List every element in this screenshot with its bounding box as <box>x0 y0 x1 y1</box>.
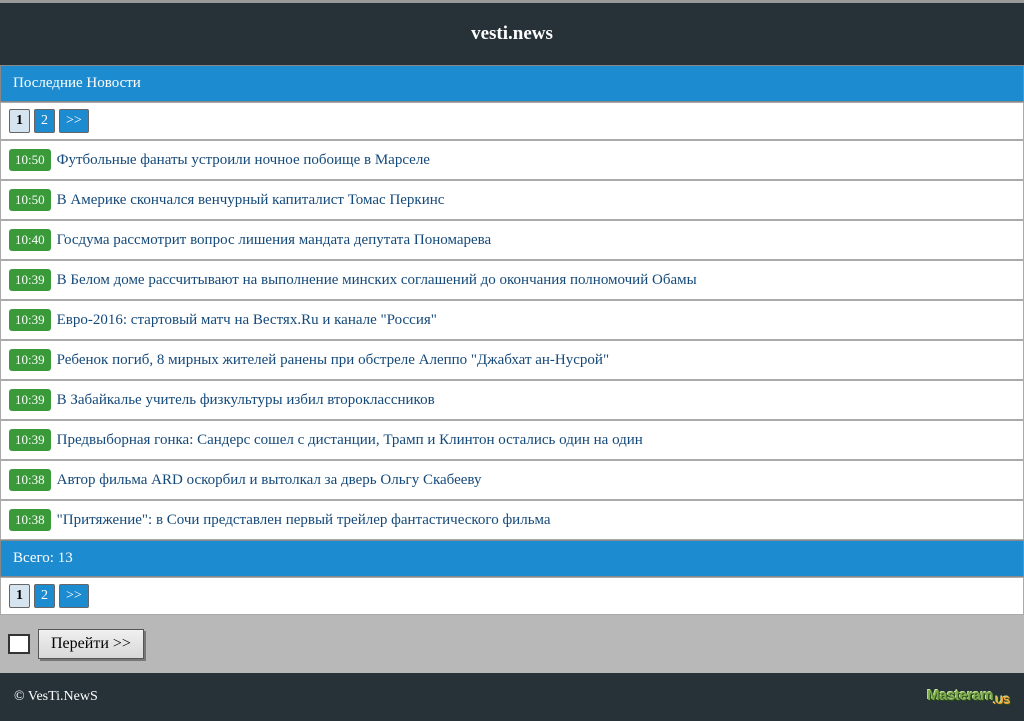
news-headline-link[interactable]: Футбольные фанаты устроили ночное побоищ… <box>57 152 430 169</box>
footer-copyright: © VesTi.NewS <box>14 689 98 705</box>
time-badge: 10:50 <box>9 189 51 211</box>
news-row: 10:40 Госдума рассмотрит вопрос лишения м… <box>0 220 1024 260</box>
news-row: 10:39 В Белом доме рассчитывают на выполн… <box>0 260 1024 300</box>
site-title: vesti.news <box>471 23 553 44</box>
news-headline-link[interactable]: Госдума рассмотрит вопрос лишения мандат… <box>57 232 492 249</box>
news-row: 10:39 Предвыборная гонка: Сандерс сошел с… <box>0 420 1024 460</box>
goto-page-input[interactable] <box>8 634 30 654</box>
news-headline-link[interactable]: В Забайкалье учитель физкультуры избил в… <box>57 392 435 409</box>
page-2-button-bottom[interactable]: 2 <box>34 584 55 608</box>
news-row: 10:39 Евро-2016: стартовый матч на Вестях… <box>0 300 1024 340</box>
page-1-button-bottom[interactable]: 1 <box>9 584 30 608</box>
page-2-button[interactable]: 2 <box>34 109 55 133</box>
page-1-button[interactable]: 1 <box>9 109 30 133</box>
site-header: vesti.news <box>0 3 1024 65</box>
news-row: 10:38 Автор фильма ARD оскорбил и вытолка… <box>0 460 1024 500</box>
news-list: 10:50 Футбольные фанаты устроили ночное п… <box>0 140 1024 540</box>
footer-logo[interactable]: Masteram.US <box>927 687 1010 707</box>
footer: © VesTi.NewS Masteram.US <box>0 673 1024 721</box>
news-row: 10:50 В Америке скончался венчурный капит… <box>0 180 1024 220</box>
news-headline-link[interactable]: В Белом доме рассчитывают на выполнение … <box>57 272 697 289</box>
time-badge: 10:50 <box>9 149 51 171</box>
news-headline-link[interactable]: "Притяжение": в Сочи представлен первый … <box>57 512 551 529</box>
news-row: 10:39 В Забайкалье учитель физкультуры из… <box>0 380 1024 420</box>
section-title-bar: Последние Новости <box>0 65 1024 102</box>
news-headline-link[interactable]: В Америке скончался венчурный капиталист… <box>57 192 445 209</box>
pager-bottom: 1 2 >> <box>0 577 1024 615</box>
goto-row: Перейти >> <box>0 615 1024 673</box>
time-badge: 10:39 <box>9 269 51 291</box>
footer-logo-main: Masteram <box>927 687 993 704</box>
time-badge: 10:40 <box>9 229 51 251</box>
news-row: 10:38 "Притяжение": в Сочи представлен пе… <box>0 500 1024 540</box>
news-headline-link[interactable]: Автор фильма ARD оскорбил и вытолкал за … <box>57 472 482 489</box>
section-title-text: Последние Новости <box>13 75 141 91</box>
time-badge: 10:39 <box>9 429 51 451</box>
time-badge: 10:39 <box>9 309 51 331</box>
footer-logo-sub: .US <box>993 695 1010 707</box>
news-row: 10:39 Ребенок погиб, 8 мирных жителей ран… <box>0 340 1024 380</box>
news-headline-link[interactable]: Предвыборная гонка: Сандерс сошел с дист… <box>57 432 643 449</box>
news-row: 10:50 Футбольные фанаты устроили ночное п… <box>0 140 1024 180</box>
time-badge: 10:38 <box>9 509 51 531</box>
time-badge: 10:39 <box>9 389 51 411</box>
total-row: Всего: 13 <box>0 540 1024 577</box>
time-badge: 10:38 <box>9 469 51 491</box>
page-next-button-bottom[interactable]: >> <box>59 584 89 608</box>
news-headline-link[interactable]: Евро-2016: стартовый матч на Вестях.Ru и… <box>57 312 437 329</box>
total-label: Всего: 13 <box>13 550 73 566</box>
news-headline-link[interactable]: Ребенок погиб, 8 мирных жителей ранены п… <box>57 352 609 369</box>
time-badge: 10:39 <box>9 349 51 371</box>
pager-top: 1 2 >> <box>0 102 1024 140</box>
goto-button[interactable]: Перейти >> <box>38 629 144 659</box>
page-next-button[interactable]: >> <box>59 109 89 133</box>
